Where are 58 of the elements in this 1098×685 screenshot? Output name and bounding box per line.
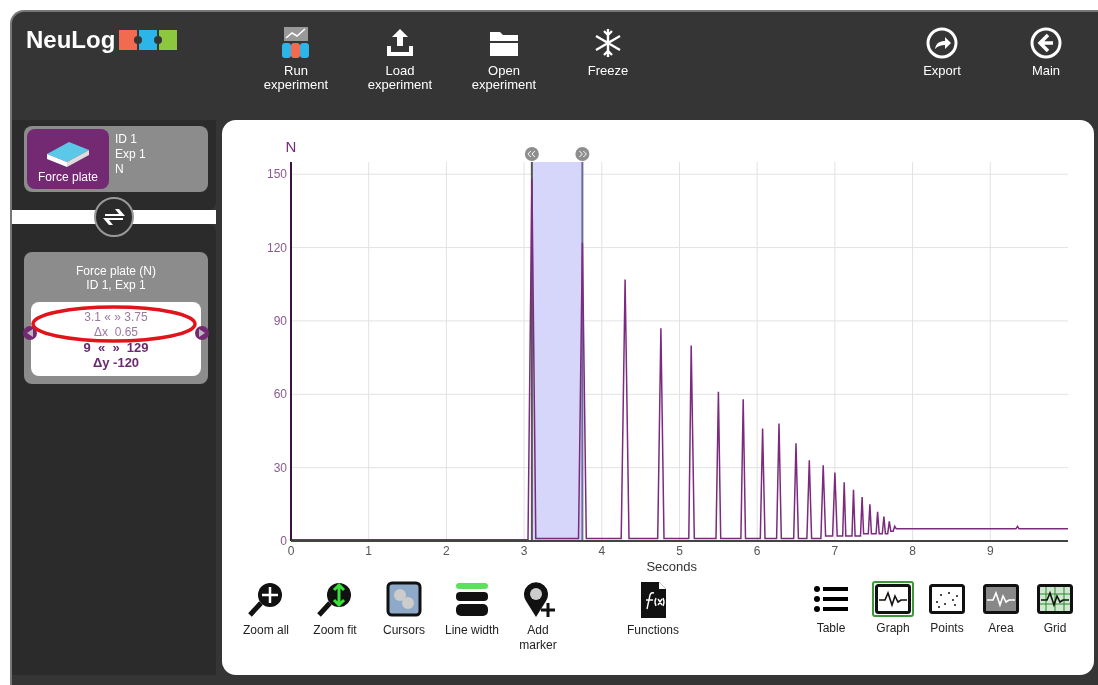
tool-button[interactable]: Cursors	[372, 581, 436, 638]
left-triangle-icon	[27, 329, 33, 337]
view-button[interactable]: Area	[974, 581, 1028, 636]
previous-button[interactable]	[23, 326, 37, 340]
grid-graph-icon	[1037, 584, 1073, 614]
delta-x-reading: Δx 0.65	[93, 325, 138, 340]
y-axis-title: N	[285, 138, 297, 155]
y-tick-label: 150	[266, 167, 287, 182]
view-button[interactable]: Grid	[1028, 581, 1082, 636]
y-tick-label: 0	[280, 534, 287, 548]
logo-pieces-icon	[119, 28, 178, 52]
x-range-reading: 3.1 « » 3.75	[84, 310, 148, 325]
cursor-handle[interactable]	[524, 147, 539, 161]
toolbar-button[interactable]: Load experiment	[348, 26, 452, 92]
delta-y-reading: Δy -120	[92, 355, 140, 370]
tool-button[interactable]: Zoom fit	[298, 581, 372, 638]
x-tick-label: 4	[598, 544, 606, 558]
tool-button[interactable]: Add marker	[508, 581, 568, 653]
readout-subtitle: ID 1, Exp 1	[86, 278, 146, 292]
sensor-info: ID 1	[115, 132, 138, 147]
x-tick-label: 6	[753, 544, 761, 558]
y-tick-label: 90	[273, 313, 287, 328]
cursors-icon	[384, 581, 424, 619]
y-tick-label: 30	[273, 460, 287, 475]
line-graph-icon	[875, 584, 911, 614]
x-tick-label: 2	[443, 544, 450, 558]
sensor-info: N	[115, 162, 125, 177]
toolbar-button[interactable]: Main	[994, 26, 1098, 78]
sensor-info: Exp 1	[115, 147, 146, 162]
y-tick-label: 120	[266, 240, 287, 255]
toolbar-button[interactable]: Freeze	[556, 26, 660, 78]
y-range-reading: 9 « » 129	[83, 340, 149, 355]
x-axis-title: Seconds	[646, 559, 698, 574]
toolbar-button[interactable]: Run experiment	[244, 26, 348, 92]
x-tick-label: 5	[676, 544, 683, 558]
x-tick-label: 3	[520, 544, 528, 558]
sensor-button[interactable]: Force plate	[27, 129, 109, 189]
toolbar-button[interactable]: Export	[890, 26, 994, 78]
tool-button[interactable]: Functions	[568, 581, 738, 638]
y-tick-label: 60	[273, 387, 287, 402]
cursor-handle[interactable]	[575, 147, 590, 161]
area-graph-icon	[983, 584, 1019, 614]
x-tick-label: 9	[986, 544, 994, 558]
toolbar-button[interactable]: Open experiment	[452, 26, 556, 92]
x-tick-label: 1	[365, 544, 373, 558]
right-triangle-icon	[199, 329, 205, 337]
x-tick-label: 7	[831, 544, 839, 558]
x-tick-label: 8	[909, 544, 916, 558]
tool-button[interactable]: Line width	[436, 581, 508, 638]
list-icon	[813, 584, 849, 614]
view-button[interactable]: Points	[920, 581, 974, 636]
readout-title: Force plate (N)	[76, 264, 156, 278]
x-tick-label: 0	[287, 544, 295, 558]
scatter-icon	[929, 584, 965, 614]
tool-button[interactable]: Zoom all	[234, 581, 298, 638]
next-button[interactable]	[195, 326, 209, 340]
view-button[interactable]: Table	[796, 581, 866, 636]
app-logo: NeuLog	[26, 26, 116, 54]
